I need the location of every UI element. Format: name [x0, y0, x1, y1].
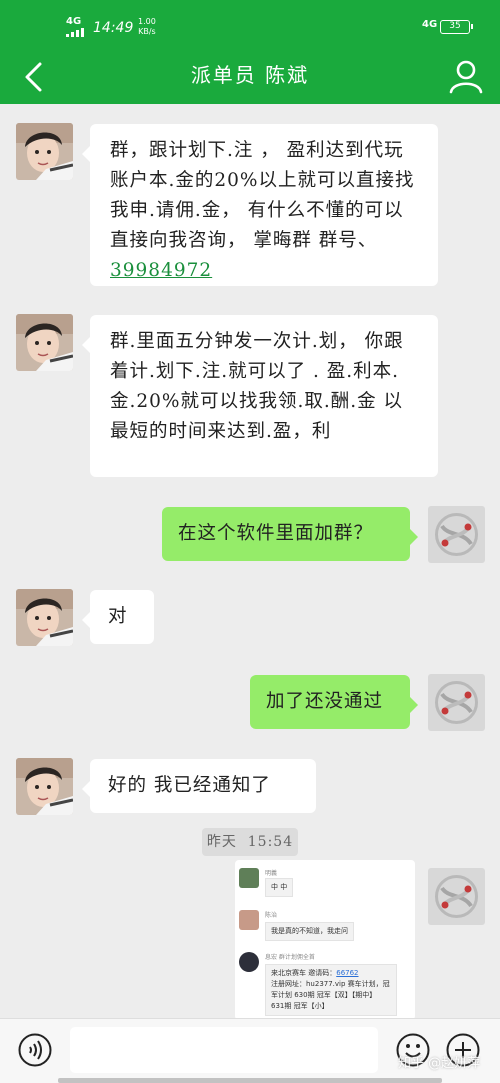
- mini-message: 中 中: [265, 878, 294, 897]
- message-input[interactable]: [70, 1027, 378, 1073]
- mini-extra: 注册网址：hu2377.vip 赛车计划，冠军计划 630期 冠军【双】【期中】…: [271, 980, 390, 1010]
- battery-level: 35: [449, 21, 461, 31]
- mini-message: 来北京赛车 邀请码：66762 注册网址：hu2377.vip 赛车计划，冠军计…: [265, 964, 397, 1016]
- my-avatar[interactable]: [428, 868, 485, 925]
- mini-sender-name: 息宏 群计划佣全首: [265, 954, 315, 961]
- mini-text: 来北京赛车 邀请码：: [271, 969, 337, 977]
- mini-message: 我是真的不知道，我走问: [265, 922, 354, 941]
- speed-value: 1.00: [138, 17, 156, 26]
- speed-unit: KB/s: [138, 27, 156, 36]
- network-type-right: 4G: [422, 19, 438, 30]
- message-bubble[interactable]: 群.里面五分钟发一次计.划， 你跟着计.划下.注.就可以了 . 盈.利本.金.2…: [82, 315, 438, 477]
- message-text: 对: [108, 606, 128, 627]
- watermark: 知乎 @赵妍萍: [398, 1056, 481, 1071]
- message-text: 加了还没通过: [266, 691, 384, 712]
- mini-avatar: [239, 868, 259, 888]
- mini-code-link: 66762: [336, 969, 359, 977]
- message-bubble[interactable]: 好的 我已经通知了: [82, 759, 316, 813]
- divider-day: 昨天: [206, 834, 237, 850]
- mini-avatar: [239, 910, 259, 930]
- my-avatar[interactable]: [428, 506, 485, 563]
- my-message-bubble[interactable]: 加了还没通过: [250, 675, 418, 729]
- mini-avatar: [239, 952, 259, 972]
- contact-avatar[interactable]: [16, 758, 73, 815]
- status-bar: 4G 14:49 1.00 KB/s 4G 35: [0, 0, 500, 48]
- chat-title: 派单员 陈斌: [190, 63, 310, 87]
- message-bubble[interactable]: 对: [82, 590, 154, 644]
- top-bar: 4G 14:49 1.00 KB/s 4G 35 派单员 陈斌: [0, 0, 500, 104]
- status-time: 14:49: [93, 20, 134, 36]
- message-text: 好的 我已经通知了: [108, 775, 271, 796]
- contact-avatar[interactable]: [16, 123, 73, 180]
- message-text: 群.里面五分钟发一次计.划， 你跟着计.划下.注.就可以了 . 盈.利本.金.2…: [110, 331, 404, 442]
- message-text: 在这个软件里面加群？: [178, 523, 374, 544]
- voice-icon[interactable]: [18, 1033, 52, 1067]
- image-message[interactable]: 明義 中 中 陈治 我是真的不知道，我走问 息宏 群计划佣全首 来北京赛车 邀请…: [235, 860, 415, 1020]
- message-text: 群，跟计划下.注 ， 盈利达到代玩账户本.金的20%以上就可以直接找我申.请佣.…: [110, 140, 415, 251]
- signal-icon: [66, 28, 86, 37]
- divider-time: 15:54: [247, 834, 294, 850]
- network-type-left: 4G: [66, 16, 82, 27]
- input-bar: [0, 1018, 500, 1083]
- my-avatar[interactable]: [428, 674, 485, 731]
- message-bubble[interactable]: 群，跟计划下.注 ， 盈利达到代玩账户本.金的20%以上就可以直接找我申.请佣.…: [82, 124, 438, 286]
- mini-sender-name: 陈治: [265, 912, 278, 919]
- my-message-bubble[interactable]: 在这个软件里面加群？: [162, 507, 418, 561]
- contact-avatar[interactable]: [16, 589, 73, 646]
- mini-sender-name: 明義: [265, 870, 278, 877]
- battery-icon: 35: [440, 20, 473, 34]
- group-number-link[interactable]: 39984972: [110, 260, 212, 281]
- contact-avatar[interactable]: [16, 314, 73, 371]
- person-icon[interactable]: [448, 58, 484, 94]
- time-divider: 昨天 15:54: [202, 828, 298, 856]
- network-speed: 1.00 KB/s: [138, 17, 156, 37]
- home-indicator[interactable]: [58, 1078, 442, 1083]
